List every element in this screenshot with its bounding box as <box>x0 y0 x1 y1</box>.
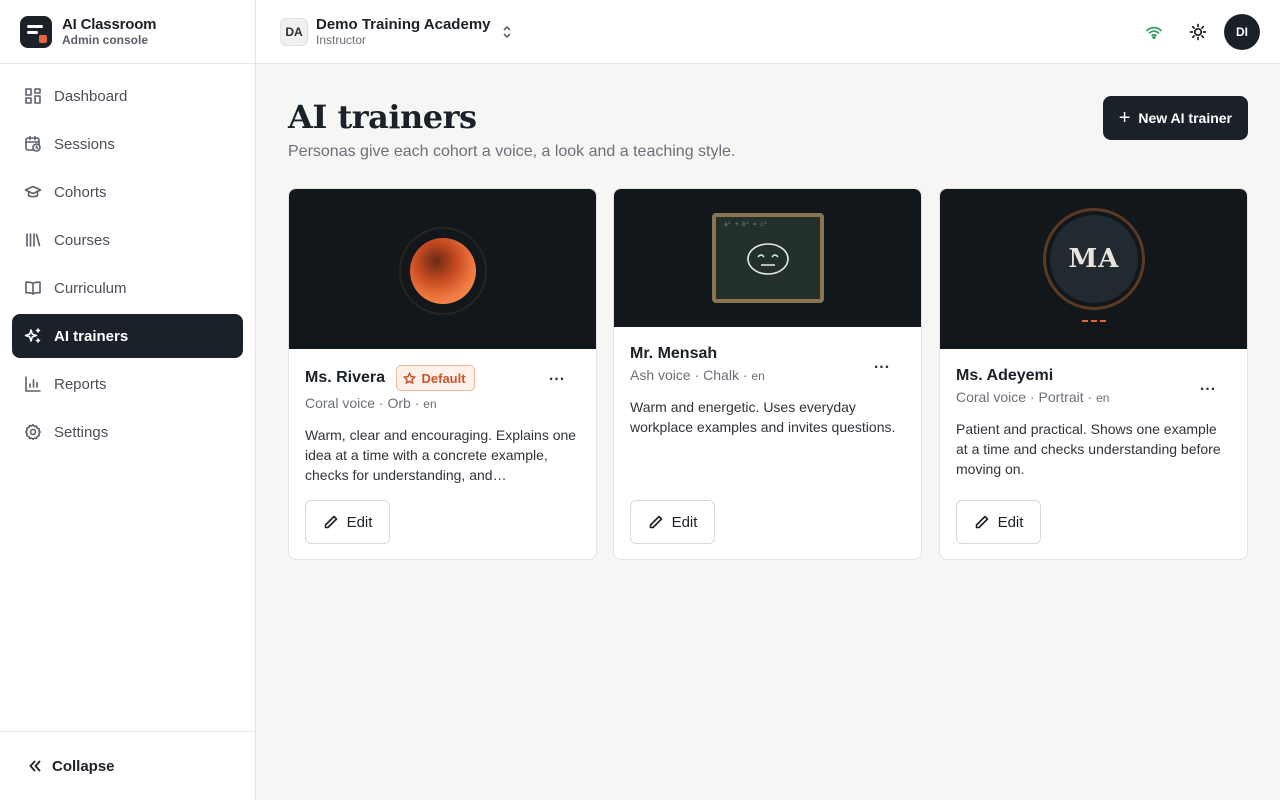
default-badge: Default <box>395 365 475 391</box>
sidebar: AI Classroom Admin console Dashboard Ses… <box>0 0 256 800</box>
badge-label: Default <box>421 370 466 386</box>
more-options-button[interactable]: ... <box>873 356 891 377</box>
trainer-name: Ms. Rivera <box>305 369 386 386</box>
brand[interactable]: AI Classroom Admin console <box>0 0 255 64</box>
sidebar-item-label: Cohorts <box>54 183 107 201</box>
sidebar-item-courses[interactable]: Courses <box>12 218 243 262</box>
sun-icon[interactable] <box>1188 22 1208 42</box>
page-title: AI trainers <box>288 98 477 136</box>
org-role: Instructor <box>316 33 367 47</box>
app-logo-icon <box>20 15 52 48</box>
trainer-lang: en <box>423 397 437 411</box>
sidebar-item-ai-trainers[interactable]: AI trainers <box>12 314 243 358</box>
bar-chart-icon <box>24 375 42 393</box>
trainer-avatar-chalkboard: a² + b² = c² <box>614 189 921 327</box>
trainer-look: Portrait <box>1038 389 1084 406</box>
trainer-card: MA Ms. Adeyemi Coral voice · Portrait · … <box>939 188 1248 560</box>
chalkboard-avatar-icon: a² + b² = c² <box>712 213 824 303</box>
trainer-name: Ms. Adeyemi <box>956 367 1054 384</box>
edit-label: Edit <box>997 513 1024 531</box>
sidebar-item-reports[interactable]: Reports <box>12 362 243 406</box>
trainer-card: Ms. Rivera Default Coral voice · Orb · e… <box>288 188 597 560</box>
trainer-card-body: Ms. Rivera Default Coral voice · Orb · e… <box>289 349 596 485</box>
trainer-look: Orb <box>387 395 411 411</box>
edit-label: Edit <box>346 513 373 531</box>
sidebar-item-label: Settings <box>54 423 109 441</box>
orb-avatar-icon <box>410 238 476 304</box>
trainer-avatar-portrait: MA <box>940 189 1247 349</box>
new-ai-trainer-button[interactable]: + New AI trainer <box>1102 96 1248 140</box>
sidebar-item-settings[interactable]: Settings <box>12 410 243 454</box>
more-options-button[interactable]: ... <box>548 368 566 389</box>
trainer-voice: Ash voice <box>630 367 691 384</box>
edit-label: Edit <box>671 513 698 531</box>
sparkles-icon <box>24 327 42 345</box>
main-content: AI trainers Personas give each cohort a … <box>256 64 1280 800</box>
sidebar-item-sessions[interactable]: Sessions <box>12 122 243 166</box>
trainer-meta: Coral voice · Orb · en <box>305 395 437 411</box>
plus-icon: + <box>1118 107 1131 129</box>
trainer-voice: Coral voice <box>956 389 1027 406</box>
user-avatar[interactable]: DI <box>1224 14 1260 50</box>
trainer-description: Warm and energetic. Uses everyday workpl… <box>630 399 896 436</box>
book-open-icon <box>24 279 42 297</box>
sidebar-item-curriculum[interactable]: Curriculum <box>12 266 243 310</box>
portrait-indicator <box>1082 320 1106 322</box>
collapse-label: Collapse <box>52 757 115 775</box>
trainer-description: Patient and practical. Shows one example… <box>956 421 1221 478</box>
star-icon <box>402 371 416 384</box>
edit-button[interactable]: Edit <box>305 500 390 544</box>
chevron-up-down-icon <box>501 24 513 40</box>
trainer-lang: en <box>1096 391 1110 406</box>
trainer-lang: en <box>751 369 765 384</box>
sidebar-item-label: Curriculum <box>54 279 127 297</box>
trainer-meta: Ash voice · Chalk · en <box>630 367 765 384</box>
org-avatar: DA <box>280 18 308 46</box>
app-subtitle: Admin console <box>62 32 149 47</box>
trainer-voice: Coral voice <box>305 395 376 411</box>
sidebar-item-cohorts[interactable]: Cohorts <box>12 170 243 214</box>
graduation-cap-icon <box>24 183 42 201</box>
trainer-avatar-orb <box>289 189 596 349</box>
pencil-icon <box>649 515 662 529</box>
calendar-clock-icon <box>24 135 42 153</box>
trainer-card: a² + b² = c² Mr. Mensah Ash voice · Chal… <box>613 188 922 560</box>
trainer-meta: Coral voice · Portrait · en <box>956 389 1110 406</box>
wifi-icon[interactable] <box>1144 22 1164 42</box>
trainer-card-body: Ms. Adeyemi Coral voice · Portrait · en … <box>940 349 1247 479</box>
sidebar-item-label: Sessions <box>54 135 115 153</box>
library-icon <box>24 231 42 249</box>
collapse-button[interactable]: Collapse <box>0 731 255 800</box>
gear-icon <box>24 423 42 441</box>
portrait-avatar: MA <box>1050 215 1138 303</box>
sidebar-item-label: Reports <box>54 375 107 393</box>
trainer-description: Warm, clear and encouraging. Explains on… <box>305 427 577 483</box>
grid-icon <box>24 87 42 105</box>
sidebar-nav: Dashboard Sessions Cohorts Courses Curri… <box>0 64 255 454</box>
pencil-icon <box>324 515 337 529</box>
trainer-name: Mr. Mensah <box>630 345 718 362</box>
sidebar-item-dashboard[interactable]: Dashboard <box>12 74 243 118</box>
chevrons-left-icon <box>29 760 41 772</box>
trainer-look: Chalk <box>703 367 739 384</box>
sidebar-item-label: AI trainers <box>54 327 129 345</box>
trainer-card-body: Mr. Mensah Ash voice · Chalk · en Warm a… <box>614 327 921 437</box>
more-options-button[interactable]: ... <box>1199 378 1217 399</box>
topbar: DA Demo Training Academy Instructor DI <box>256 0 1280 64</box>
sidebar-item-label: Dashboard <box>54 87 128 105</box>
app-name: AI Classroom <box>62 15 157 33</box>
edit-button[interactable]: Edit <box>630 500 715 544</box>
org-switcher[interactable]: DA Demo Training Academy Instructor <box>280 16 513 48</box>
page-subtitle: Personas give each cohort a voice, a loo… <box>288 143 736 160</box>
pencil-icon <box>975 515 988 529</box>
edit-button[interactable]: Edit <box>956 500 1041 544</box>
new-ai-trainer-label: New AI trainer <box>1138 110 1232 126</box>
sidebar-item-label: Courses <box>54 231 110 249</box>
org-name: Demo Training Academy <box>316 16 491 33</box>
